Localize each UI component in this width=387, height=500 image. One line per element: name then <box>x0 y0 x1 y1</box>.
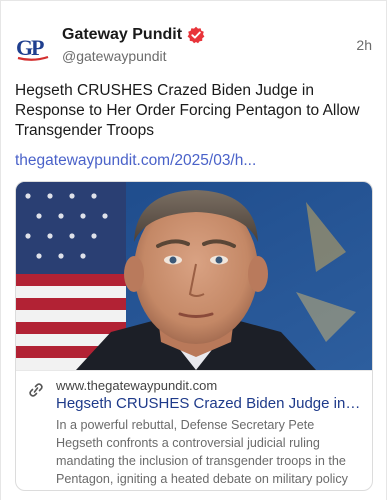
preview-description: In a powerful rebuttal, Defense Secretar… <box>56 418 348 486</box>
preview-image[interactable] <box>16 182 372 370</box>
verified-badge-icon <box>187 26 205 44</box>
preview-title[interactable]: Hegseth CRUSHES Crazed Biden Judge in Re… <box>56 394 362 414</box>
gateway-pundit-logo-icon: G P <box>16 35 49 61</box>
link-preview-card[interactable]: www.thegatewaypundit.com Hegseth CRUSHES… <box>15 181 373 491</box>
author-name[interactable]: Gateway Pundit <box>62 25 182 45</box>
preview-meta: www.thegatewaypundit.com Hegseth CRUSHES… <box>16 370 372 486</box>
author-handle[interactable]: @gatewaypundit <box>62 47 205 65</box>
post-link[interactable]: thegatewaypundit.com/2025/03/h... <box>15 151 256 171</box>
avatar[interactable]: G P <box>15 29 51 65</box>
post-text: Hegseth CRUSHES Crazed Biden Judge in Re… <box>15 82 360 139</box>
link-icon <box>29 383 43 397</box>
author-info: Gateway Pundit @gatewaypundit <box>62 25 205 65</box>
post-card[interactable]: G P Gateway Pundit @gatewaypundit 2h Heg… <box>0 0 387 500</box>
preview-domain: www.thegatewaypundit.com <box>56 378 218 393</box>
post-timestamp[interactable]: 2h <box>356 37 372 53</box>
svg-text:P: P <box>31 35 44 60</box>
portrait-photo <box>16 182 372 370</box>
